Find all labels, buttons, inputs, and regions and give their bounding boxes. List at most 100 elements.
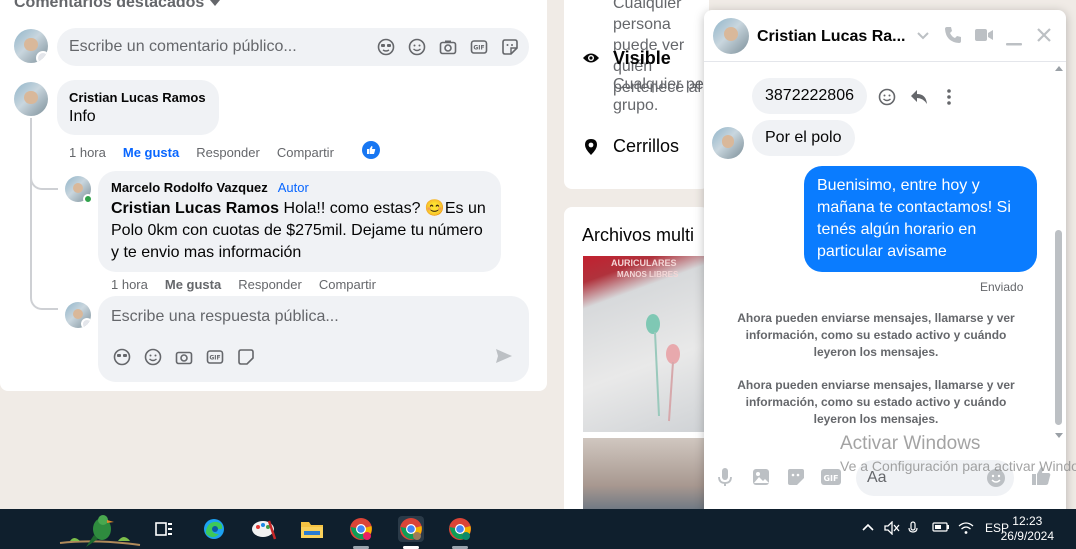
caret-down-icon [210, 0, 221, 6]
sticker-icon[interactable] [500, 37, 519, 56]
bird-widget-icon[interactable] [56, 511, 142, 549]
incoming-message-polo[interactable]: Por el polo [752, 120, 855, 156]
mention-link[interactable]: Cristian Lucas Ramos [111, 200, 279, 217]
comment-author[interactable]: Cristian Lucas Ramos [69, 90, 206, 105]
reply-like-button[interactable]: Me gusta [165, 277, 221, 292]
video-camera-icon[interactable] [974, 27, 994, 48]
edge-browser-icon[interactable] [201, 516, 227, 542]
file-explorer-icon[interactable] [299, 516, 325, 542]
svg-text:GIF: GIF [209, 354, 220, 361]
reply-actions: 1 hora Me gusta Responder Compartir [111, 277, 376, 292]
camera-icon[interactable] [438, 37, 457, 56]
media-title: Archivos multi [582, 225, 695, 245]
media-photo-2[interactable] [583, 438, 709, 517]
share-button[interactable]: Compartir [277, 145, 334, 160]
visible-line-2: grupo. [613, 97, 659, 114]
phone-icon[interactable] [944, 26, 962, 49]
windows-taskbar: ESP 12:23 26/9/2024 [0, 509, 1076, 549]
photo-gallery-icon[interactable] [751, 467, 771, 492]
gif-icon[interactable]: GIF [205, 347, 224, 366]
photo-text-line-1: AURICULARES [611, 258, 677, 268]
chat-contact-name[interactable]: Cristian Lucas Ra... [757, 28, 906, 46]
photo-text-line-2: MANOS LIBRES [617, 270, 679, 279]
headphones-graphic [646, 314, 680, 422]
avatar-sticker-icon[interactable] [376, 37, 395, 56]
system-clock[interactable]: 12:23 26/9/2024 [1001, 514, 1054, 544]
scroll-thumb[interactable] [1055, 230, 1062, 425]
chrome-active-profile-icon[interactable] [398, 516, 424, 542]
chat-scrollbar[interactable] [1053, 65, 1063, 443]
reply-input[interactable]: Escribe una respuesta pública... GIF [98, 296, 529, 382]
featured-comments-header[interactable]: Comentarios destacados [14, 0, 221, 12]
emoji-icon[interactable] [143, 347, 162, 366]
clock-time: 12:23 [1012, 514, 1043, 528]
like-button[interactable]: Me gusta [123, 145, 179, 160]
microphone-icon[interactable] [718, 467, 732, 492]
chevron-down-icon [81, 318, 91, 328]
thread-branch [30, 160, 58, 190]
sticker-icon[interactable] [786, 467, 806, 492]
group-location[interactable]: Cerrillos [613, 136, 679, 157]
eye-icon [582, 51, 600, 70]
comment-time[interactable]: 1 hora [69, 145, 106, 160]
sent-status: Enviado [980, 280, 1024, 294]
visible-line-1: Cualquier pe [613, 76, 704, 93]
incoming-message-phone[interactable]: 3872222806 [752, 78, 867, 114]
react-emoji-icon[interactable] [878, 88, 896, 111]
reply-time[interactable]: 1 hora [111, 277, 148, 292]
outgoing-message[interactable]: Buenisimo, entre hoy y mañana te contact… [804, 166, 1037, 272]
sticker-icon[interactable] [236, 347, 255, 366]
gif-icon[interactable]: GIF [820, 467, 842, 492]
location-pin-icon [584, 138, 598, 161]
commenter-avatar[interactable] [14, 82, 48, 116]
chrome-icon[interactable] [348, 516, 374, 542]
svg-text:GIF: GIF [473, 44, 484, 51]
task-view-icon[interactable] [151, 516, 177, 542]
close-icon[interactable] [1036, 27, 1052, 48]
send-icon[interactable] [495, 348, 513, 369]
gif-icon[interactable]: GIF [469, 37, 488, 56]
comment-placeholder: Escribe un comentario público... [69, 38, 297, 55]
my-avatar[interactable] [14, 29, 48, 63]
wifi-icon[interactable] [958, 521, 974, 538]
my-avatar-small[interactable] [65, 302, 91, 328]
chat-contact-avatar[interactable] [713, 18, 749, 54]
battery-icon[interactable] [932, 521, 950, 536]
reply-text: Cristian Lucas Ramos Hola!! como estas? … [111, 198, 491, 264]
activate-windows-title: Activar Windows [840, 433, 981, 454]
reply-author[interactable]: Marcelo Rodolfo Vazquez [111, 180, 268, 195]
system-notice: Ahora pueden enviarse mensajes, llamarse… [737, 378, 1015, 426]
scroll-down-icon[interactable] [1055, 433, 1063, 439]
camera-icon[interactable] [174, 347, 193, 366]
avatar-sticker-icon[interactable] [112, 347, 131, 366]
visible-description: Cualquier pe grupo. [613, 74, 704, 116]
online-status-dot [83, 194, 93, 204]
chevron-down-icon[interactable] [916, 28, 930, 46]
author-badge: Autor [277, 180, 309, 195]
paint-app-icon[interactable] [251, 516, 277, 542]
clock-date: 26/9/2024 [1000, 529, 1054, 543]
emoji-icon[interactable] [407, 37, 426, 56]
reply-bubble: Marcelo Rodolfo Vazquez Autor Cristian Lu… [98, 171, 501, 272]
comment-bubble: Cristian Lucas Ramos Info [57, 80, 219, 135]
reply-share-button[interactable]: Compartir [319, 277, 376, 292]
comments-panel: Comentarios destacados Escribe un coment… [0, 0, 547, 391]
group-about-panel: Cualquier persona puede ver quién perten… [564, 0, 709, 189]
show-hidden-icons-icon[interactable] [862, 521, 874, 535]
reply-button[interactable]: Responder [196, 145, 260, 160]
chevron-down-icon [36, 51, 48, 63]
scroll-up-icon[interactable] [1055, 65, 1063, 71]
reply-reply-button[interactable]: Responder [238, 277, 302, 292]
contact-avatar-small[interactable] [712, 127, 744, 159]
like-reaction-icon[interactable] [362, 141, 380, 159]
chrome-profile-icon[interactable] [447, 516, 473, 542]
minimize-icon[interactable] [1006, 34, 1022, 52]
featured-comments-label: Comentarios destacados [14, 0, 205, 11]
microphone-icon[interactable] [908, 521, 918, 538]
reply-arrow-icon[interactable] [910, 89, 928, 110]
media-photo-headphones[interactable]: AURICULARES MANOS LIBRES [583, 256, 709, 432]
comment-input[interactable]: Escribe un comentario público... GIF [57, 28, 529, 66]
volume-muted-icon[interactable] [884, 520, 900, 538]
more-options-icon[interactable] [947, 89, 951, 110]
svg-text:GIF: GIF [823, 474, 838, 483]
